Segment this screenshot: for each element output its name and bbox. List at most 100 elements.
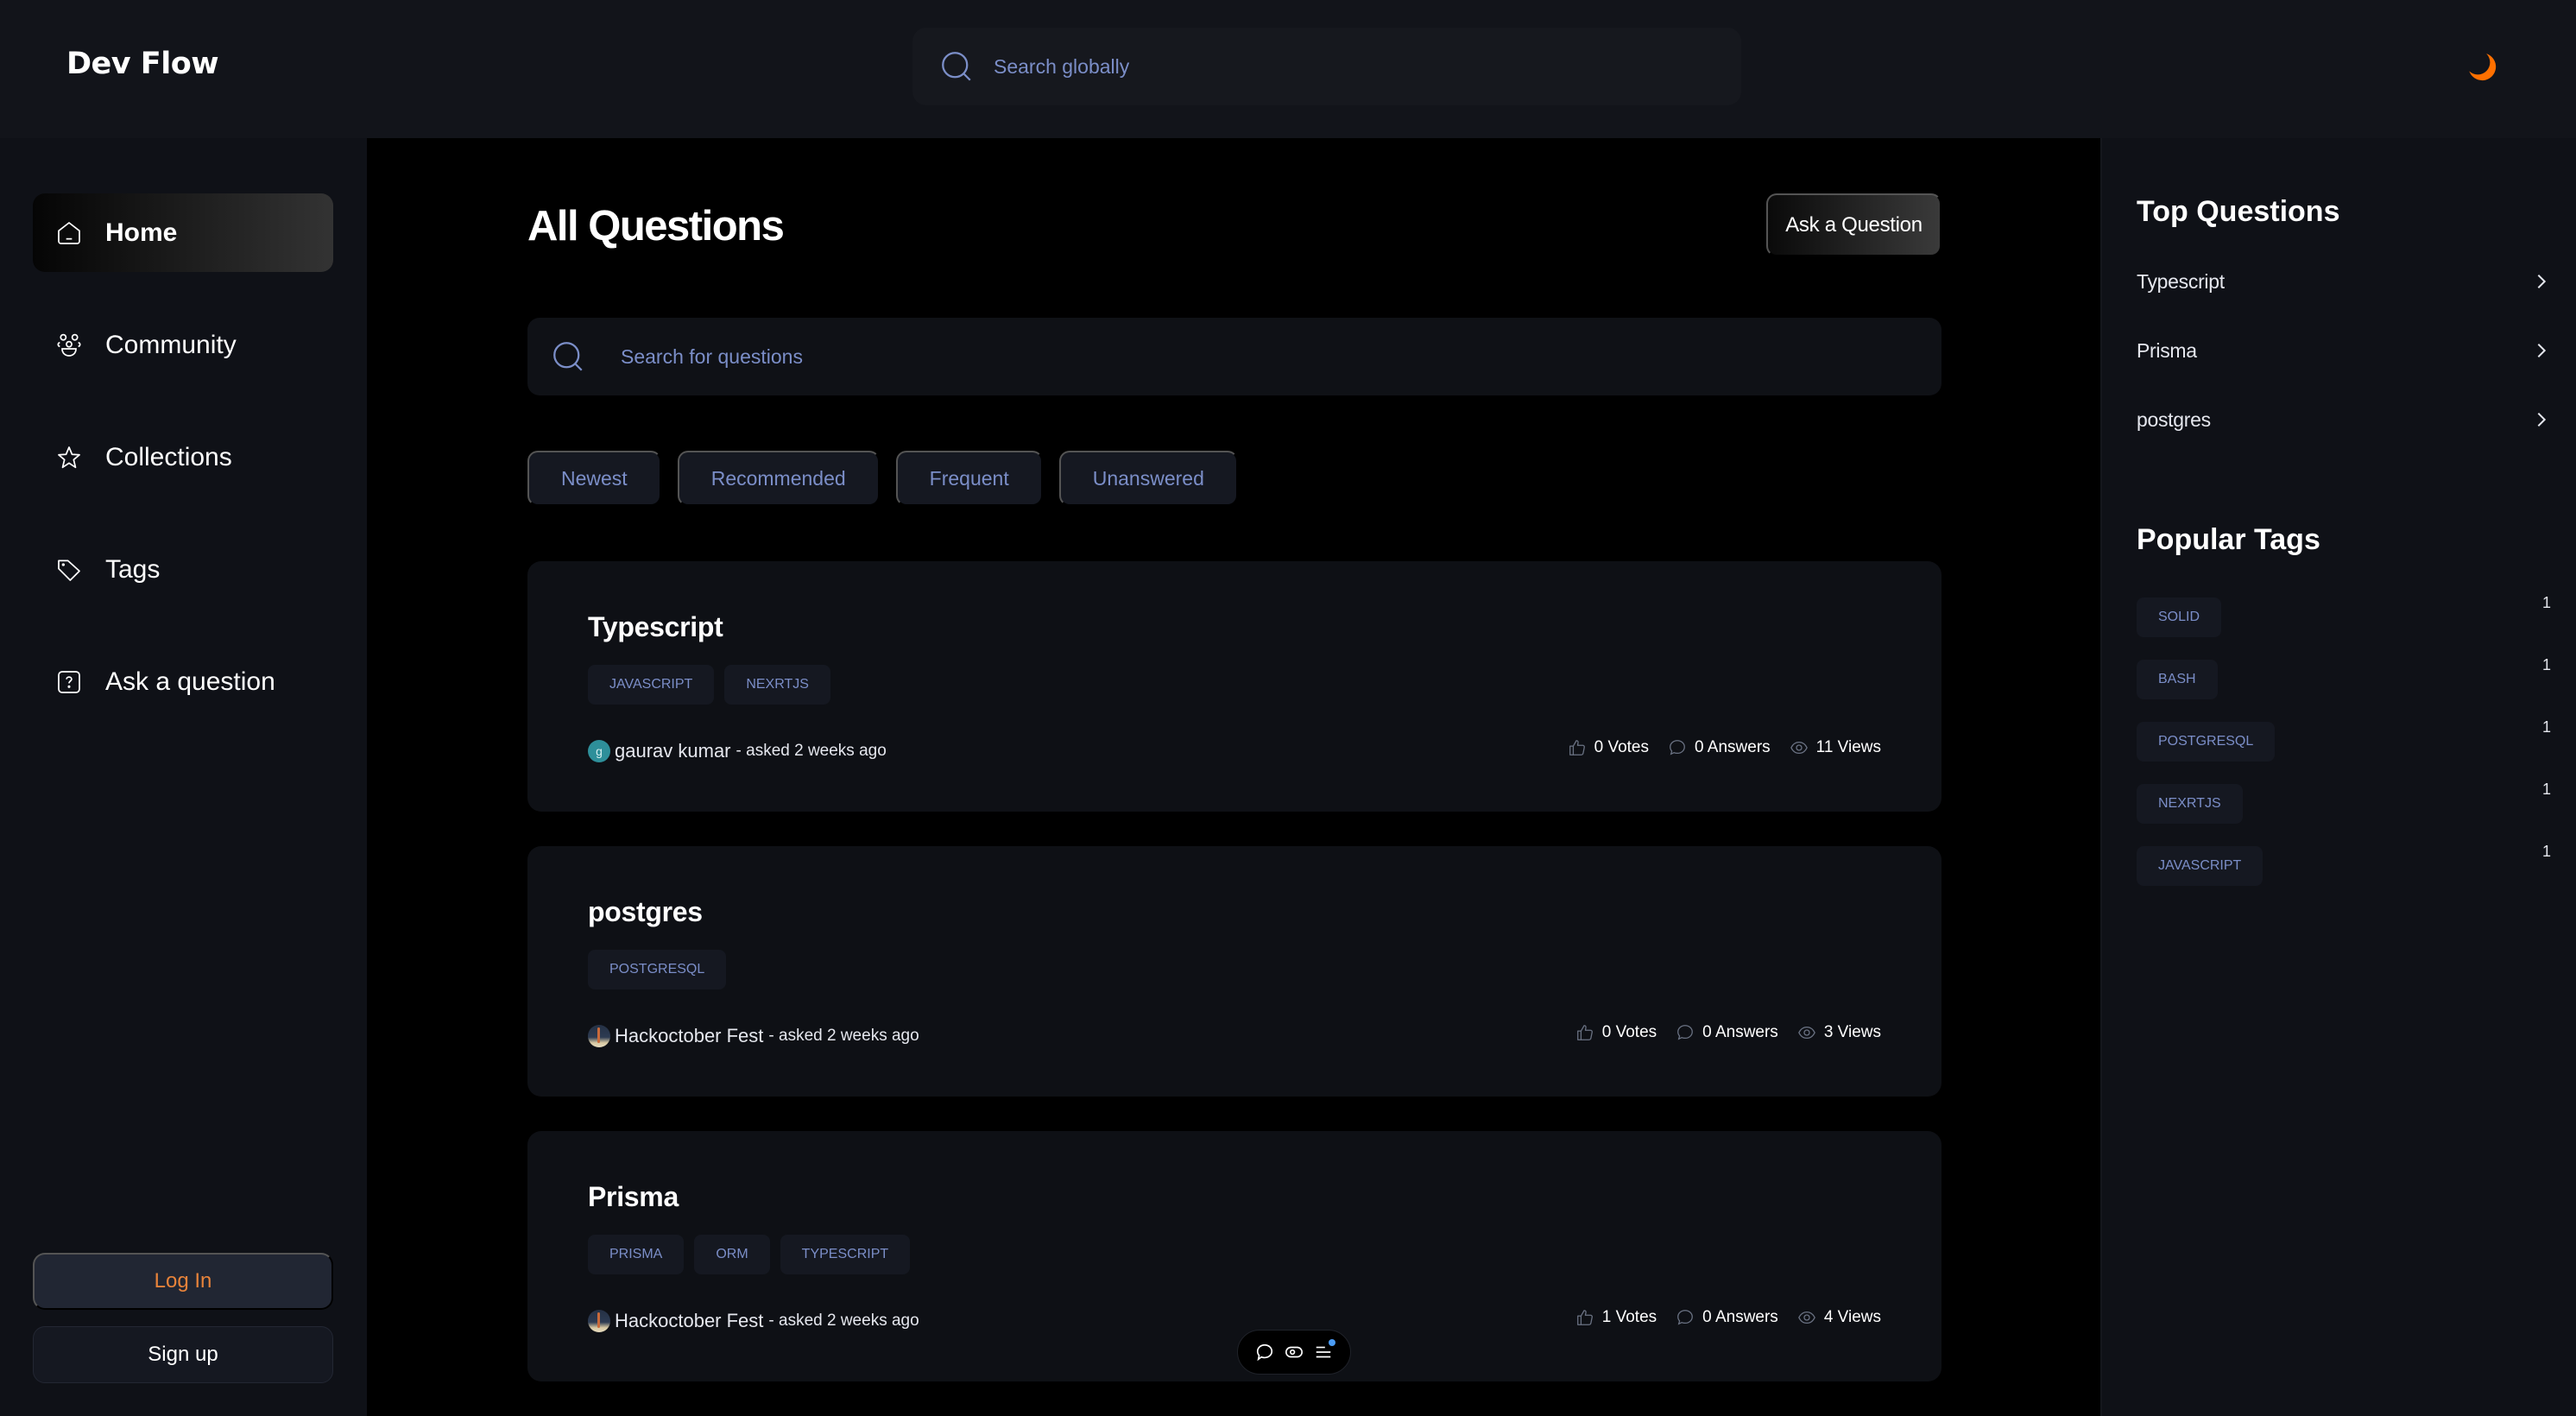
chevron-right-icon [2537,343,2547,358]
users-icon [57,333,81,357]
asked-time: - asked 2 weeks ago [736,742,887,760]
filter-frequent[interactable]: Frequent [895,451,1043,506]
comment-icon[interactable] [1255,1343,1274,1362]
question-search-bar[interactable] [527,318,1941,395]
question-stats: 0 Votes 0 Answers 11 Views [1568,738,1881,757]
global-search-input[interactable] [994,54,1684,79]
top-question-item[interactable]: Typescript [2137,264,2551,299]
thumbs-up-icon [1569,740,1585,755]
top-question-item[interactable]: postgres [2137,402,2551,437]
question-tags: POSTGRESQL [588,950,727,989]
question-card: Prisma PRISMA ORM TYPESCRIPT Hackoctober… [527,1131,1941,1381]
notification-dot [1329,1339,1335,1346]
top-navbar: Dev Flow [0,0,2576,138]
popular-tag-count: 1 [2541,781,2551,798]
question-author-meta: g gaurav kumar - asked 2 weeks ago [588,740,887,762]
views-count: 11 Views [1815,738,1881,756]
left-sidebar: Home Community Collections Tags Ask a qu… [0,138,367,1416]
sidebar-item-tags[interactable]: Tags [33,530,333,609]
search-icon [942,52,971,81]
author-name[interactable]: Hackoctober Fest [615,1025,763,1047]
votes-stat: 1 Votes [1575,1308,1657,1327]
top-question-title: Typescript [2137,269,2225,293]
author-name[interactable]: gaurav kumar [615,740,731,762]
question-stats: 1 Votes 0 Answers 4 Views [1575,1308,1881,1327]
sidebar-item-home[interactable]: Home [33,193,333,272]
chevron-right-icon [2537,274,2547,289]
filter-tabs: Newest Recommended Frequent Unanswered [527,451,1238,506]
tag-badge[interactable]: TYPESCRIPT [780,1235,911,1274]
views-count: 3 Views [1823,1023,1881,1041]
sidebar-item-collections[interactable]: Collections [33,418,333,496]
search-icon [553,342,583,371]
star-icon [58,446,80,468]
tag-badge[interactable]: ORM [694,1235,770,1274]
popular-tag-row: JAVASCRIPT 1 [2137,843,2551,886]
signup-button[interactable]: Sign up [33,1326,333,1383]
avatar[interactable] [588,1025,610,1047]
sidebar-item-community[interactable]: Community [33,306,333,384]
filter-newest[interactable]: Newest [527,451,661,506]
sidebar-item-label: Ask a question [105,667,275,696]
popular-tag[interactable]: SOLID [2137,597,2222,637]
author-name[interactable]: Hackoctober Fest [615,1310,763,1332]
popular-tag[interactable]: JAVASCRIPT [2137,846,2263,886]
app-logo[interactable]: Dev Flow [66,47,219,81]
tag-badge[interactable]: POSTGRESQL [588,950,727,989]
popular-tag-count: 1 [2541,843,2551,860]
global-search-bar[interactable] [912,28,1741,105]
sidebar-item-label: Collections [105,442,232,471]
thumbs-up-icon [1576,1025,1593,1040]
eye-toggle-icon[interactable] [1285,1343,1304,1362]
question-title[interactable]: Typescript [588,611,723,643]
popular-tag-count: 1 [2541,656,2551,673]
votes-stat: 0 Votes [1575,1023,1657,1042]
avatar[interactable]: g [588,740,610,762]
question-card: Typescript JAVASCRIPT NEXRTJS g gaurav k… [527,561,1941,812]
popular-tag-count: 1 [2541,718,2551,736]
login-button[interactable]: Log In [33,1253,333,1310]
tag-badge[interactable]: NEXRTJS [724,665,830,705]
votes-count: 0 Votes [1601,1023,1657,1041]
comment-icon [1670,740,1685,755]
views-count: 4 Views [1823,1308,1881,1326]
question-title[interactable]: Prisma [588,1181,679,1213]
right-sidebar: Top Questions Typescript Prisma postgres… [2100,138,2576,1416]
tag-icon [58,559,80,581]
answers-count: 0 Answers [1702,1023,1778,1041]
question-author-meta: Hackoctober Fest - asked 2 weeks ago [588,1310,919,1332]
comment-icon [1677,1310,1694,1325]
menu-notification-icon[interactable] [1314,1339,1335,1362]
popular-tag[interactable]: POSTGRESQL [2137,722,2276,762]
home-icon [58,221,80,244]
sidebar-item-ask-question[interactable]: Ask a question [33,642,333,721]
votes-stat: 0 Votes [1568,738,1649,757]
ask-question-button[interactable]: Ask a Question [1766,193,1941,256]
popular-tag-row: NEXRTJS 1 [2137,781,2551,824]
tag-badge[interactable]: JAVASCRIPT [588,665,715,705]
answers-stat: 0 Answers [1676,1023,1778,1042]
question-search-input[interactable] [621,345,1829,369]
sidebar-item-label: Tags [105,554,161,584]
votes-count: 1 Votes [1601,1308,1657,1326]
question-title[interactable]: postgres [588,896,703,928]
page-title: All Questions [527,203,785,250]
asked-time: - asked 2 weeks ago [768,1312,919,1330]
sidebar-item-label: Home [105,218,178,247]
popular-tag[interactable]: BASH [2137,660,2218,699]
question-tags: JAVASCRIPT NEXRTJS [588,665,830,705]
tag-badge[interactable]: PRISMA [588,1235,685,1274]
thumbs-up-icon [1576,1310,1593,1325]
popular-tag-row: SOLID 1 [2137,594,2551,637]
question-tags: PRISMA ORM TYPESCRIPT [588,1235,911,1274]
answers-count: 0 Answers [1702,1308,1778,1326]
answers-stat: 0 Answers [1668,738,1771,757]
sidebar-item-label: Community [105,330,237,359]
popular-tag[interactable]: NEXRTJS [2137,784,2243,824]
asked-time: - asked 2 weeks ago [768,1027,919,1045]
filter-unanswered[interactable]: Unanswered [1058,451,1238,506]
filter-recommended[interactable]: Recommended [677,451,880,506]
top-question-item[interactable]: Prisma [2137,333,2551,368]
moon-icon[interactable] [2466,50,2500,85]
avatar[interactable] [588,1310,610,1332]
